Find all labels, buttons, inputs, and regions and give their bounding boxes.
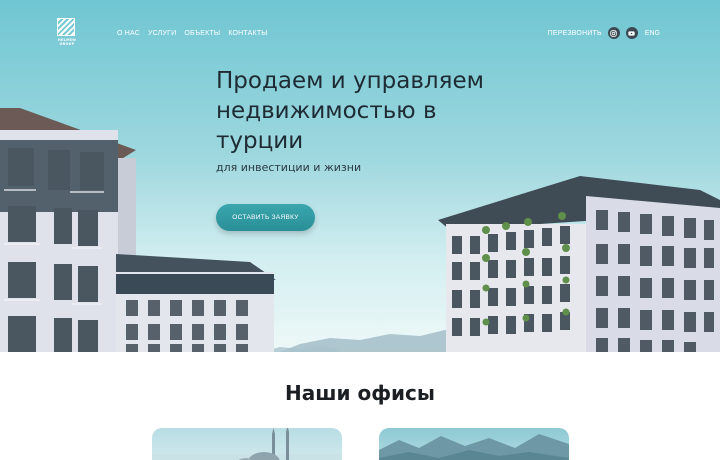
left-building: [0, 108, 136, 352]
nav-services[interactable]: УСЛУГИ: [148, 30, 176, 37]
office-card-antalya[interactable]: [379, 428, 569, 460]
brand-logo[interactable]: HELMON GROUP: [56, 18, 78, 50]
mountains-illustration: [379, 434, 569, 460]
hero-illustration: [0, 108, 720, 352]
youtube-icon[interactable]: [625, 27, 638, 39]
hero-headline: Продаем и управляем недвижимостью в турц…: [216, 68, 484, 154]
mosque-illustration: [152, 428, 342, 460]
hero-subtitle: для инвестиции и жизни: [216, 161, 362, 174]
logo-mark-icon: [57, 18, 75, 36]
nav-about[interactable]: О НАС: [117, 30, 140, 37]
nav-contacts[interactable]: КОНТАКТЫ: [228, 30, 267, 37]
right-building: [438, 176, 720, 352]
language-switch[interactable]: ENG: [645, 30, 660, 37]
main-nav: О НАС УСЛУГИ ОБЪЕКТЫ КОНТАКТЫ: [117, 30, 268, 37]
office-card-istanbul[interactable]: [152, 428, 342, 460]
hero-section: HELMON GROUP О НАС УСЛУГИ ОБЪЕКТЫ КОНТАК…: [0, 0, 720, 352]
instagram-icon[interactable]: [607, 27, 620, 39]
offices-title: Наши офисы: [285, 381, 435, 405]
left-mid-building: [116, 254, 276, 352]
submit-request-button[interactable]: ОСТАВИТЬ ЗАЯВКУ: [216, 204, 315, 231]
callback-link[interactable]: ПЕРЕЗВОНИТЬ: [548, 30, 602, 37]
header-actions: ПЕРЕЗВОНИТЬ ENG: [548, 27, 660, 39]
nav-objects[interactable]: ОБЪЕКТЫ: [184, 30, 220, 37]
logo-text: HELMON GROUP: [57, 38, 77, 46]
